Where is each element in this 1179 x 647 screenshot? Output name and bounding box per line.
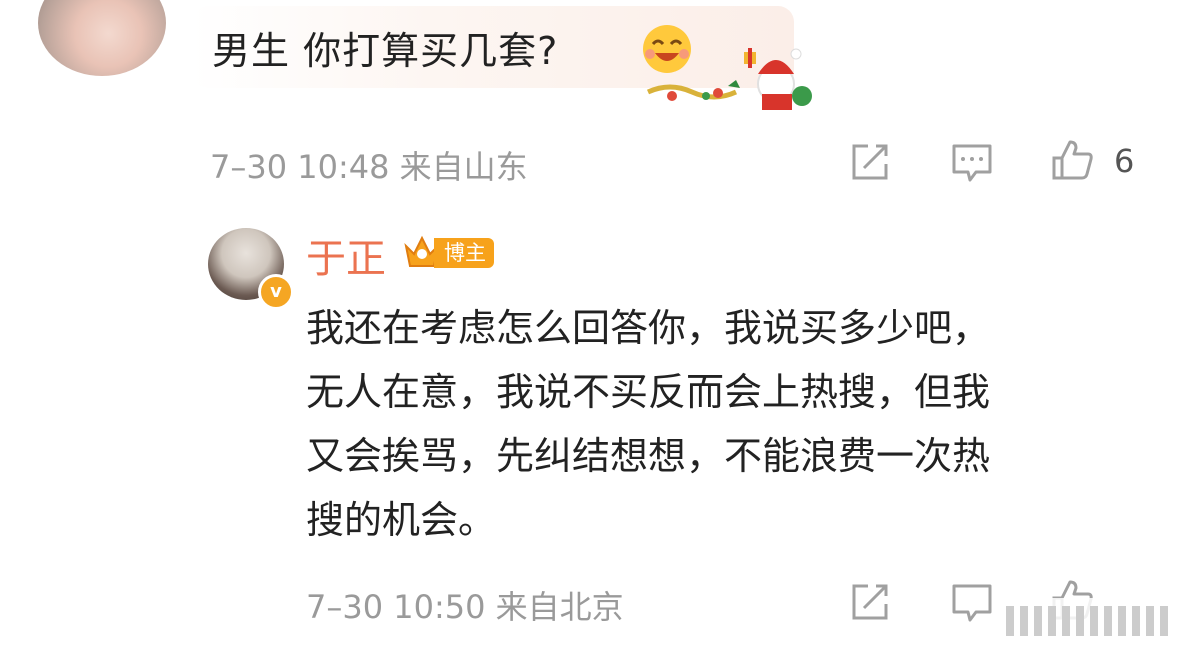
reply-line: 又会挨骂，先纠结想想，不能浪费一次热 <box>306 434 991 478</box>
reply-author-name[interactable]: 于正 <box>306 226 386 284</box>
reply-text: 我还在考虑怎么回答你，我说买多少吧， 无人在意，我说不买反而会上热搜，但我 又会… <box>306 296 1146 552</box>
reply-line: 无人在意，我说不买反而会上热搜，但我 <box>306 370 991 414</box>
reply-meta: 7–30 10:50 来自北京 <box>306 588 624 626</box>
thumbs-up-icon[interactable] <box>1050 138 1094 182</box>
share-icon[interactable] <box>848 580 892 624</box>
comment-text: 男生 你打算买几套? <box>212 29 559 73</box>
commenter-avatar[interactable] <box>38 0 166 76</box>
share-icon[interactable] <box>848 140 892 184</box>
comment-icon[interactable] <box>950 140 994 184</box>
comment-thread: 男生 你打算买几套? 7–30 10:48 来自山东 6 v 于正 博主 我还在… <box>0 0 1179 647</box>
watermark-icon <box>1000 598 1179 647</box>
christmas-sticker-icon <box>646 48 812 110</box>
verified-badge-icon: v <box>258 274 294 310</box>
like-count: 6 <box>1114 142 1135 180</box>
reply-line: 我还在考虑怎么回答你，我说买多少吧， <box>306 306 991 350</box>
badge-label: 博主 <box>434 238 494 268</box>
reply-line: 搜的机会。 <box>306 498 497 542</box>
comment-icon[interactable] <box>950 580 994 624</box>
comment-meta: 7–30 10:48 来自山东 <box>210 148 528 186</box>
